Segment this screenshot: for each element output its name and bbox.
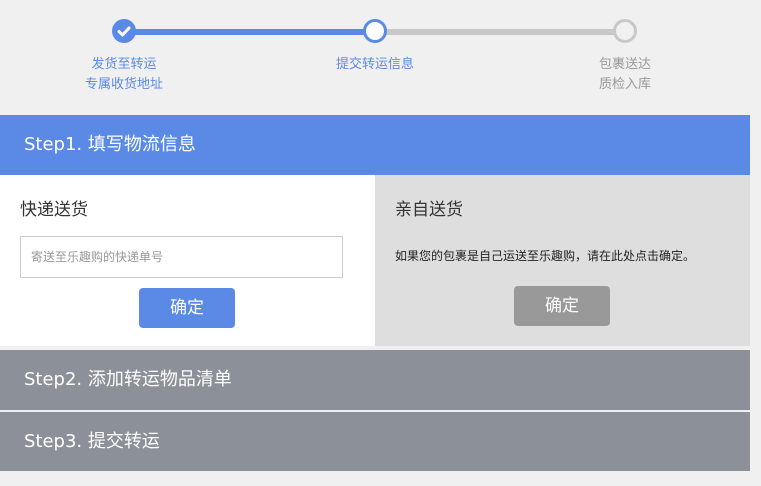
tracking-number-input[interactable] [20, 236, 343, 278]
self-delivery-section: 亲自送货 如果您的包裹是自己运送至乐趣购，请在此处点击确定。 确定 [375, 175, 750, 346]
progress-track-done [124, 29, 375, 35]
check-icon [112, 19, 136, 43]
self-delivery-title: 亲自送货 [395, 200, 463, 220]
step-label-line: 专属收货地址 [84, 77, 163, 92]
self-confirm-button[interactable]: 确定 [514, 286, 610, 326]
express-delivery-section: 快递送货 确定 [0, 175, 375, 346]
step1-header[interactable]: Step1. 填写物流信息 [0, 115, 750, 175]
self-delivery-description: 如果您的包裹是自己运送至乐趣购，请在此处点击确定。 [395, 249, 696, 263]
express-title: 快递送货 [20, 200, 88, 220]
step-label-line: 发货至转运 [91, 57, 157, 72]
step2-header[interactable]: Step2. 添加转运物品清单 [0, 350, 750, 410]
current-step-dot [363, 19, 387, 43]
express-confirm-button[interactable]: 确定 [139, 288, 235, 328]
step-label-3: 包裹送达 质检入库 [555, 55, 695, 95]
step1-panel: 快递送货 确定 亲自送货 如果您的包裹是自己运送至乐趣购，请在此处点击确定。 确… [0, 175, 750, 346]
step-label-1: 发货至转运专属收货地址 [54, 55, 194, 95]
step-label-line: 质检入库 [598, 77, 651, 92]
step-label-line: 包裹送达 [598, 57, 651, 72]
step3-header[interactable]: Step3. 提交转运 [0, 412, 750, 471]
step-label-line: 提交转运信息 [335, 57, 414, 72]
progress-track-pending [375, 29, 625, 35]
progress-steps: 发货至转运专属收货地址 提交转运信息 包裹送达质检入库 [0, 0, 750, 115]
pending-step-dot [613, 19, 637, 43]
step-label-2: 提交转运信息 [305, 55, 445, 75]
